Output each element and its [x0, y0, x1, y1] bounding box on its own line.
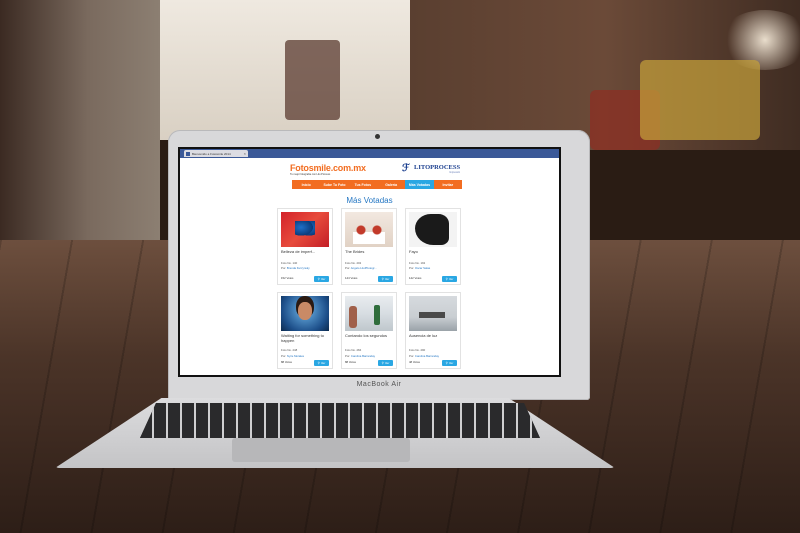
magnifier-icon: ⚲	[317, 277, 320, 281]
photo-author: Por: Carolina Barranday	[409, 354, 439, 358]
photo-title[interactable]: Fayo	[409, 249, 459, 255]
photo-number: Foto No. 284	[345, 348, 362, 352]
photo-card[interactable]: Waiting for something to happen Foto No.…	[277, 292, 333, 369]
author-link[interactable]: Oscar Salas	[415, 266, 430, 270]
yellow-sofa	[640, 60, 760, 140]
photo-thumbnail-beach[interactable]	[345, 296, 393, 331]
por-label: Por:	[409, 354, 415, 358]
magnifier-icon: ⚲	[445, 277, 448, 281]
por-label: Por:	[281, 354, 287, 358]
photo-number: Foto No. 192	[409, 261, 426, 265]
litoprocess-text: LITOPROCESS	[414, 164, 461, 171]
ver-label: Ver	[320, 361, 326, 365]
photo-author: Por: Oscar Salas	[409, 266, 430, 270]
browser-tab-bar: Bienvenido a Fotosmile 2014 ×	[180, 149, 559, 158]
tab-title: Bienvenido a Fotosmile 2014	[192, 151, 231, 156]
photo-number: Foto No. 248	[281, 348, 298, 352]
ver-label: Ver	[448, 277, 454, 281]
vote-count: 88 Votos	[345, 360, 356, 364]
nav-inicio[interactable]: Inicio	[292, 180, 320, 189]
author-link[interactable]: Nyze Morales	[287, 354, 304, 358]
nav-mas-votadas[interactable]: Más Votadas	[405, 180, 434, 189]
photo-grid: Belleza de imperf... Foto No. 140 Por: B…	[277, 208, 462, 369]
photo-title[interactable]: Ausencia de luz	[409, 333, 459, 339]
author-link[interactable]: Angelo LitoPhotogr...	[351, 266, 377, 270]
magnifier-icon: ⚲	[445, 361, 448, 365]
page-title: Más Votadas	[346, 196, 393, 205]
por-label: Por:	[409, 266, 415, 270]
vote-count: 88 Votos	[281, 360, 292, 364]
ver-label: Ver	[448, 361, 454, 365]
close-tab-icon[interactable]: ×	[244, 151, 246, 156]
nav-tus-fotos[interactable]: Tus Fotos	[349, 180, 377, 189]
vote-count: 142 Votos	[409, 276, 422, 280]
ver-button[interactable]: ⚲ Ver	[314, 276, 329, 282]
vote-count: 152 Votos	[281, 276, 294, 280]
vote-count: 144 Votos	[345, 276, 358, 280]
photo-card[interactable]: Belleza de imperf... Foto No. 140 Por: B…	[277, 208, 333, 285]
ver-button[interactable]: ⚲ Ver	[442, 276, 457, 282]
magnifier-icon: ⚲	[317, 361, 320, 365]
magnifier-icon: ⚲	[381, 361, 384, 365]
photo-title[interactable]: Belleza de imperf...	[281, 249, 331, 255]
laptop-trackpad	[232, 438, 410, 462]
photo-card[interactable]: The Brides Foto No. 202 Por: Angelo Lito…	[341, 208, 397, 285]
nav-sube-tu-foto[interactable]: Sube Tu Foto	[320, 180, 348, 189]
photo-thumbnail-face[interactable]	[281, 296, 329, 331]
litoprocess-sub: Impresión	[449, 171, 461, 174]
ver-label: Ver	[384, 277, 390, 281]
photo-card[interactable]: Fayo Foto No. 192 Por: Oscar Salas 142 V…	[405, 208, 461, 285]
photo-thumbnail-pier[interactable]	[409, 296, 457, 331]
author-link[interactable]: Carolina Barranday	[351, 354, 375, 358]
photo-author: Por: Carolina Barranday	[345, 354, 375, 358]
photo-thumbnail-horse[interactable]	[409, 212, 457, 247]
photo-number: Foto No. 290	[409, 348, 426, 352]
ver-label: Ver	[384, 361, 390, 365]
favicon-icon	[186, 151, 190, 156]
photo-title[interactable]: The Brides	[345, 249, 395, 255]
photo-thumbnail-brides[interactable]	[345, 212, 393, 247]
laptop-keyboard	[140, 403, 540, 438]
chair	[285, 40, 340, 120]
webcam	[375, 134, 380, 139]
por-label: Por:	[345, 354, 351, 358]
photo-author: Por: Brenda Kurzynsky	[281, 266, 310, 270]
ver-button[interactable]: ⚲ Ver	[314, 360, 329, 366]
site-header: Fotosmile.com.mx Tu mejor fotografía con…	[180, 158, 559, 180]
laptop-brand-label: MacBook Air	[356, 381, 402, 388]
litoprocess-logo[interactable]: ℱ LITOPROCESS Impresión	[402, 163, 461, 175]
logo-tagline: Tu mejor fotografía con Lito Process	[290, 173, 331, 176]
wall-left	[0, 0, 160, 250]
photo-card[interactable]: Contando los segundos Foto No. 284 Por: …	[341, 292, 397, 369]
author-link[interactable]: Brenda Kurzynsky	[287, 266, 310, 270]
photo-title[interactable]: Contando los segundos	[345, 333, 395, 339]
browser-tab[interactable]: Bienvenido a Fotosmile 2014 ×	[184, 150, 248, 157]
por-label: Por:	[345, 266, 351, 270]
photo-author: Por: Nyze Morales	[281, 354, 304, 358]
ver-button[interactable]: ⚲ Ver	[378, 360, 393, 366]
por-label: Por:	[281, 266, 287, 270]
magnifier-icon: ⚲	[381, 277, 384, 281]
nav-invitar[interactable]: Invitar	[434, 180, 462, 189]
fotosmile-logo[interactable]: Fotosmile.com.mx Tu mejor fotografía con…	[290, 163, 366, 176]
photo-number: Foto No. 202	[345, 261, 362, 265]
photo-number: Foto No. 140	[281, 261, 298, 265]
litoprocess-mark-icon: ℱ	[402, 163, 410, 174]
photo-author: Por: Angelo LitoPhotogr...	[345, 266, 377, 270]
nav-galeria[interactable]: Galería	[377, 180, 405, 189]
laptop-screen: Bienvenido a Fotosmile 2014 × Fotosmile.…	[178, 147, 561, 377]
ver-label: Ver	[320, 277, 326, 281]
ver-button[interactable]: ⚲ Ver	[378, 276, 393, 282]
photo-card[interactable]: Ausencia de luz Foto No. 290 Por: Caroli…	[405, 292, 461, 369]
main-nav: Inicio Sube Tu Foto Tus Fotos Galería Má…	[292, 180, 462, 189]
logo-text: Fotosmile.com.mx	[290, 163, 366, 173]
author-link[interactable]: Carolina Barranday	[415, 354, 439, 358]
ver-button[interactable]: ⚲ Ver	[442, 360, 457, 366]
vote-count: 48 Votos	[409, 360, 420, 364]
photo-title[interactable]: Waiting for something to happen	[281, 333, 331, 343]
photo-thumbnail-butterfly[interactable]	[281, 212, 329, 247]
